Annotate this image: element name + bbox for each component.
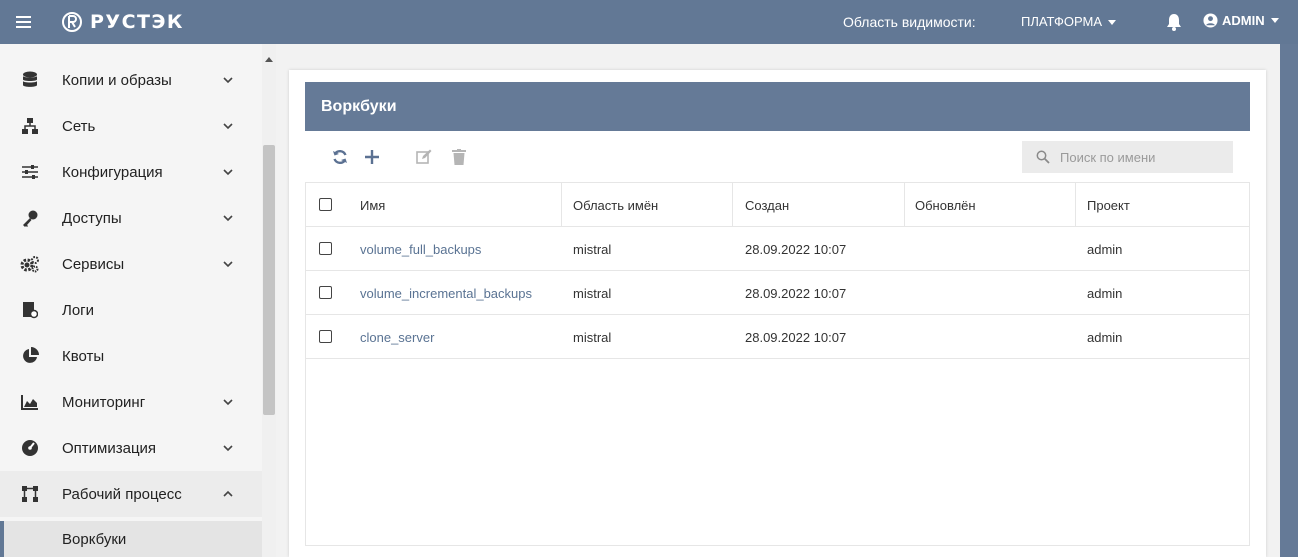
column-header-name[interactable]: Имя [360, 198, 385, 213]
row-checkbox[interactable] [319, 242, 332, 255]
chevron-up-icon [223, 490, 233, 497]
created-cell: 28.09.2022 10:07 [745, 242, 847, 257]
workbook-name-link[interactable]: clone_server [360, 330, 434, 345]
sidebar-item-network[interactable]: Сеть [0, 103, 262, 149]
database-icon [20, 70, 40, 90]
sidebar-item-workflow[interactable]: Рабочий процесс [0, 471, 262, 517]
project-cell: admin [1087, 330, 1123, 345]
user-circle-icon [1203, 13, 1218, 28]
column-header-project[interactable]: Проект [1087, 198, 1130, 213]
select-all-checkbox[interactable] [319, 198, 332, 211]
table-row: clone_server mistral 28.09.2022 10:07 ad… [305, 315, 1250, 359]
row-checkbox[interactable] [319, 286, 332, 299]
top-bar: РУСТЭК Область видимости: ПЛАТФОРМА ADMI… [0, 0, 1298, 44]
sidebar-item-access[interactable]: Доступы [0, 195, 262, 241]
created-cell: 28.09.2022 10:07 [745, 286, 847, 301]
sidebar-subitem-label: Воркбуки [62, 531, 127, 548]
sidebar-item-label: Сервисы [62, 255, 125, 273]
cogs-icon [20, 254, 40, 274]
sidebar-item-services[interactable]: Сервисы [0, 241, 262, 287]
sidebar-item-label: Мониторинг [62, 393, 146, 411]
table-row: volume_incremental_backups mistral 28.09… [305, 271, 1250, 315]
area-chart-icon [20, 392, 40, 412]
table-border-bottom [305, 545, 1250, 546]
sidebar-item-label: Логи [62, 301, 95, 319]
scope-value: ПЛАТФОРМА [1021, 14, 1103, 29]
chevron-down-icon [223, 215, 233, 222]
card-header: Воркбуки [305, 82, 1250, 131]
column-header-created[interactable]: Создан [745, 198, 789, 213]
chevron-down-icon [223, 445, 233, 452]
column-divider [561, 183, 562, 227]
workbook-name-link[interactable]: volume_full_backups [360, 242, 481, 257]
pie-chart-icon [20, 346, 40, 366]
column-divider [904, 183, 905, 227]
namespace-cell: mistral [573, 330, 612, 345]
created-cell: 28.09.2022 10:07 [745, 330, 847, 345]
trash-icon[interactable] [450, 148, 468, 166]
sidebar-item-configuration[interactable]: Конфигурация [0, 149, 262, 195]
sidebar-scrollbar-thumb[interactable] [263, 145, 275, 415]
caret-down-icon [1108, 20, 1117, 26]
sidebar-item-label: Доступы [62, 209, 122, 227]
bell-icon[interactable] [1166, 13, 1182, 31]
chevron-down-icon [223, 399, 233, 406]
namespace-cell: mistral [573, 286, 612, 301]
chevron-down-icon [223, 261, 233, 268]
page-title: Воркбуки [321, 98, 397, 115]
toolbar [305, 131, 1250, 183]
key-icon [20, 208, 40, 228]
column-divider [1075, 183, 1076, 227]
right-panel-edge [1280, 44, 1298, 557]
sidebar-item-copies-images[interactable]: Копии и образы [0, 57, 262, 103]
column-header-namespace[interactable]: Область имён [573, 198, 658, 213]
sidebar-item-monitoring[interactable]: Мониторинг [0, 379, 262, 425]
sidebar-item-label: Сеть [62, 117, 96, 135]
sidebar-item-quotas[interactable]: Квоты [0, 333, 262, 379]
logs-icon [20, 300, 40, 320]
table-header-row: Имя Область имён Создан Обновлён Проект [305, 183, 1250, 227]
sliders-icon [20, 162, 40, 182]
refresh-icon[interactable] [331, 148, 349, 166]
sidebar-item-label: Конфигурация [62, 163, 163, 181]
add-icon[interactable] [363, 148, 381, 166]
sidebar-item-label: Квоты [62, 347, 105, 365]
search-icon [1036, 150, 1050, 164]
sidebar-item-label: Рабочий процесс [62, 485, 182, 503]
sidebar-item-optimization[interactable]: Оптимизация [0, 425, 262, 471]
network-icon [20, 116, 40, 136]
edit-icon[interactable] [415, 148, 433, 166]
search-input[interactable] [1060, 147, 1225, 167]
sidebar-item-label: Копии и образы [62, 71, 172, 89]
chevron-down-icon [223, 169, 233, 176]
dashboard-icon [20, 438, 40, 458]
scope-label: Область видимости: [843, 14, 976, 30]
workbooks-table: Имя Область имён Создан Обновлён Проект … [305, 183, 1250, 359]
hamburger-menu-icon[interactable] [14, 12, 34, 32]
user-name: ADMIN [1222, 13, 1265, 28]
project-cell: admin [1087, 242, 1123, 257]
scroll-up-arrow-icon[interactable] [265, 57, 273, 62]
chevron-down-icon [223, 123, 233, 130]
chevron-down-icon [223, 77, 233, 84]
workflow-icon [20, 484, 40, 504]
sidebar-item-label: Оптимизация [62, 439, 157, 457]
sidebar: Копии и образы Сеть Конфигурация Доступы… [0, 44, 262, 557]
sidebar-subitem-workbooks[interactable]: Воркбуки [0, 521, 262, 557]
user-menu[interactable]: ADMIN [1203, 13, 1279, 28]
workbook-name-link[interactable]: volume_incremental_backups [360, 286, 532, 301]
namespace-cell: mistral [573, 242, 612, 257]
scope-dropdown[interactable]: ПЛАТФОРМА [1021, 14, 1117, 29]
project-cell: admin [1087, 286, 1123, 301]
caret-down-icon [1270, 18, 1279, 23]
logo[interactable]: РУСТЭК [60, 9, 184, 35]
column-header-updated[interactable]: Обновлён [915, 198, 976, 213]
sidebar-item-logs[interactable]: Логи [0, 287, 262, 333]
column-divider [732, 183, 733, 227]
row-checkbox[interactable] [319, 330, 332, 343]
search-field[interactable] [1022, 141, 1233, 173]
logo-icon [62, 12, 82, 32]
table-row: volume_full_backups mistral 28.09.2022 1… [305, 227, 1250, 271]
logo-text: РУСТЭК [90, 11, 184, 33]
